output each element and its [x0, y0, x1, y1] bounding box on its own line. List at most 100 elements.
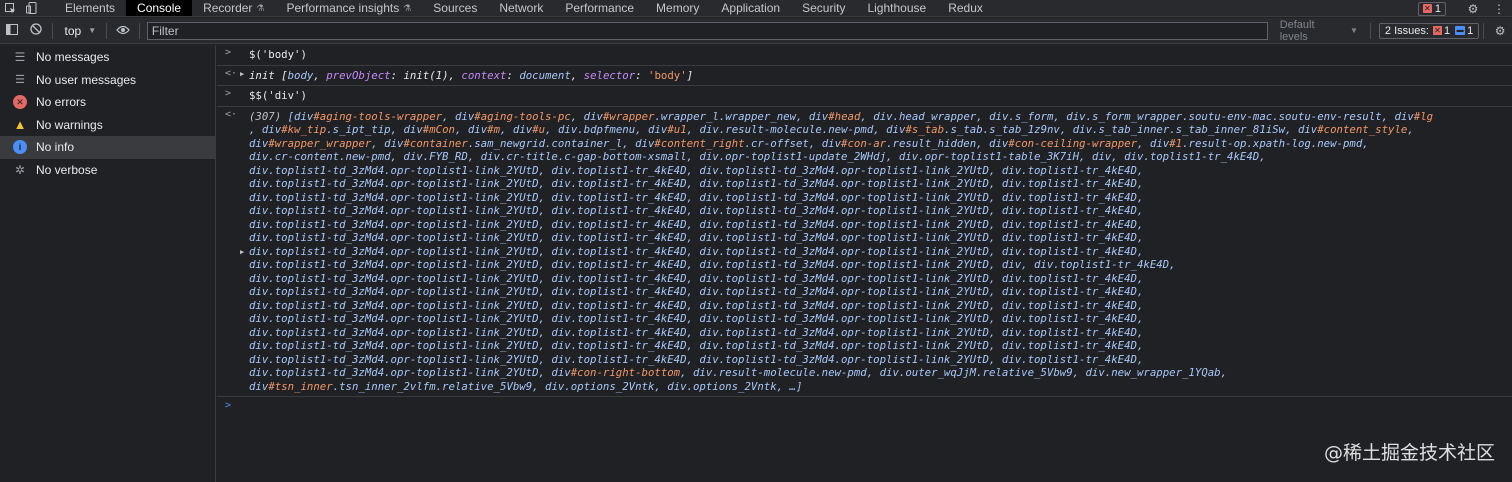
console-result-line: div#tsn_inner.tsn_inner_2vlfm.relative_5… — [249, 380, 1512, 394]
tab-label: Memory — [656, 1, 700, 15]
live-expression-eye-icon[interactable] — [111, 24, 135, 38]
tab-performance[interactable]: Performance — [554, 0, 645, 16]
console-result-line: div.toplist1-td_3zMd4.opr-toplist1-link_… — [249, 231, 1512, 245]
console-output[interactable]: > $('body') <· ▶ init [body, prevObject:… — [217, 45, 1512, 482]
console-result-line: div.toplist1-td_3zMd4.opr-toplist1-link_… — [249, 258, 1512, 272]
tab-label: Network — [499, 1, 544, 15]
tab-elements[interactable]: Elements — [54, 0, 126, 16]
console-command: $('body') — [249, 48, 307, 61]
tab-label: Sources — [433, 1, 478, 15]
tab-console[interactable]: Console — [126, 0, 193, 16]
chevron-right-icon: > — [225, 47, 232, 58]
result-line-text: div.toplist1-td_3zMd4.opr-toplist1-link_… — [249, 366, 1228, 379]
tab-label: Lighthouse — [867, 1, 927, 15]
settings-gear-icon[interactable]: ⚙ — [1460, 2, 1486, 16]
tab-label: Security — [802, 1, 846, 15]
error-count: 1 — [1434, 2, 1441, 15]
sidebar-item-no-user-messages[interactable]: ☰ No user messages — [0, 69, 215, 92]
console-toolbar: top ▼ Default levels ▼ 2 Issues: ✕ 1 ▬ 1… — [0, 18, 1512, 44]
result-line-text: [div#aging-tools-wrapper, div#aging-tool… — [287, 109, 1434, 123]
clear-console-icon[interactable] — [24, 23, 48, 38]
result-count: (307) — [249, 109, 282, 123]
console-result-row[interactable]: <· ▶ init [body, prevObject: init(1), co… — [217, 66, 1512, 86]
sidebar-toggle-icon[interactable] — [0, 23, 24, 38]
tab-network[interactable]: Network — [488, 0, 554, 16]
issues-badge[interactable]: 2 Issues: ✕ 1 ▬ 1 — [1378, 22, 1480, 39]
console-result-line: div.toplist1-td_3zMd4.opr-toplist1-link_… — [249, 366, 1512, 380]
result-line-text: div.toplist1-td_3zMd4.opr-toplist1-link_… — [249, 285, 1144, 298]
log-levels-dropdown[interactable]: Default levels ▼ — [1272, 19, 1366, 43]
sidebar-item-no-messages[interactable]: ☰ No messages — [0, 46, 215, 69]
watermark: @稀土掘金技术社区 — [1323, 442, 1495, 464]
sidebar-item-no-info[interactable]: i No info — [0, 136, 215, 159]
result-line-text: , div#kw_tip.s_ipt_tip, div#mCon, div#m,… — [249, 123, 1414, 136]
error-icon: ✕ — [13, 95, 27, 110]
console-result-line: (307) [div#aging-tools-wrapper, div#agin… — [249, 110, 1512, 124]
tab-security[interactable]: Security — [791, 0, 856, 16]
tab-sources[interactable]: Sources — [422, 0, 488, 16]
filter-input[interactable] — [146, 21, 1268, 40]
console-result-line: div.toplist1-td_3zMd4.opr-toplist1-link_… — [249, 218, 1512, 232]
issues-label: 2 Issues: — [1384, 24, 1429, 37]
console-result-line: div.toplist1-td_3zMd4.opr-toplist1-link_… — [249, 285, 1512, 299]
bug-icon: ✲ — [14, 162, 26, 177]
chevron-down-icon: ▼ — [1350, 26, 1358, 35]
result-line-text: div.cr-content.new-pmd, div.FYB_RD, div.… — [249, 150, 1266, 163]
tab-label: Elements — [65, 1, 116, 15]
result-line-text: div.toplist1-td_3zMd4.opr-toplist1-link_… — [249, 298, 1144, 312]
result-line-text: div.toplist1-td_3zMd4.opr-toplist1-link_… — [249, 163, 1144, 177]
context-selector[interactable]: top ▼ — [57, 24, 103, 38]
result-line-text: div.toplist1-td_3zMd4.opr-toplist1-link_… — [249, 325, 1144, 339]
expand-triangle-icon[interactable]: ▶ — [240, 70, 244, 78]
tab-memory[interactable]: Memory — [645, 0, 710, 16]
sidebar-item-label: No user messages — [36, 72, 137, 87]
result-line-text: div.toplist1-td_3zMd4.opr-toplist1-link_… — [249, 244, 1144, 258]
more-options-icon[interactable]: ⋮ — [1486, 2, 1512, 16]
chevron-right-icon: > — [225, 88, 232, 99]
result-line-text: div.toplist1-td_3zMd4.opr-toplist1-link_… — [249, 352, 1144, 366]
device-toolbar-icon[interactable] — [21, 0, 42, 16]
console-result-row[interactable]: <· (307) [div#aging-tools-wrapper, div#a… — [217, 107, 1512, 397]
result-line-text: div.toplist1-td_3zMd4.opr-toplist1-link_… — [249, 339, 1144, 352]
console-result-line: div.toplist1-td_3zMd4.opr-toplist1-link_… — [249, 164, 1512, 178]
result-line-text: div.toplist1-td_3zMd4.opr-toplist1-link_… — [249, 204, 1144, 217]
tab-performance-insights[interactable]: Performance insights ⚗ — [276, 0, 423, 16]
console-prompt[interactable]: > — [217, 397, 1512, 415]
tab-redux[interactable]: Redux — [937, 0, 994, 16]
console-result-line: div.cr-content.new-pmd, div.FYB_RD, div.… — [249, 150, 1512, 164]
console-input-row[interactable]: > $$('div') — [217, 86, 1512, 107]
console-settings-gear-icon[interactable]: ⚙ — [1488, 24, 1512, 38]
log-levels-label: Default levels — [1279, 18, 1315, 43]
sidebar-item-label: No warnings — [36, 117, 103, 132]
result-line-text: div#wrapper_wrapper, div#container.sam_n… — [249, 136, 1369, 150]
console-result-line: div.toplist1-td_3zMd4.opr-toplist1-link_… — [249, 339, 1512, 353]
console-sidebar: ☰ No messages ☰ No user messages ✕ No errors ▲… — [0, 45, 216, 482]
tab-lighthouse[interactable]: Lighthouse — [856, 0, 937, 16]
inspect-element-icon[interactable] — [0, 0, 21, 16]
result-line-text: div.toplist1-td_3zMd4.opr-toplist1-link_… — [249, 217, 1144, 231]
devtools-tabbar: Elements Console Recorder ⚗ Performance insi… — [0, 0, 1512, 17]
sidebar-item-no-verbose[interactable]: ✲ No verbose — [0, 159, 215, 182]
user-icon: ☰ — [15, 74, 25, 87]
console-result-line: div.toplist1-td_3zMd4.opr-toplist1-link_… — [249, 177, 1512, 191]
error-count-badge[interactable]: ✕ 1 — [1417, 1, 1446, 16]
console-result-line: div.toplist1-td_3zMd4.opr-toplist1-link_… — [249, 353, 1512, 367]
result-line-text: div#tsn_inner.tsn_inner_2vlfm.relative_5… — [249, 379, 803, 393]
tab-application[interactable]: Application — [710, 0, 791, 16]
console-result-line: div.toplist1-td_3zMd4.opr-toplist1-link_… — [249, 299, 1512, 313]
issues-error-count: 1 — [1443, 24, 1451, 37]
console-result-line: div.toplist1-td_3zMd4.opr-toplist1-link_… — [249, 272, 1512, 286]
sidebar-item-no-warnings[interactable]: ▲ No warnings — [0, 114, 215, 137]
toolbar-divider — [51, 22, 53, 39]
tab-recorder[interactable]: Recorder ⚗ — [192, 0, 275, 16]
sidebar-item-label: No verbose — [36, 162, 98, 177]
console-result-init: init [body, prevObject: init(1), context… — [249, 68, 694, 82]
warning-icon: ▲ — [13, 117, 27, 133]
sidebar-item-no-errors[interactable]: ✕ No errors — [0, 91, 215, 114]
expand-triangle-icon[interactable]: ▶ — [240, 248, 244, 256]
console-input-row[interactable]: > $('body') — [217, 45, 1512, 66]
console-result-line: div.toplist1-td_3zMd4.opr-toplist1-link_… — [249, 191, 1512, 205]
list-icon: ☰ — [14, 50, 26, 65]
console-result-line: div.toplist1-td_3zMd4.opr-toplist1-link_… — [249, 245, 1512, 259]
toolbar-divider — [106, 22, 108, 39]
